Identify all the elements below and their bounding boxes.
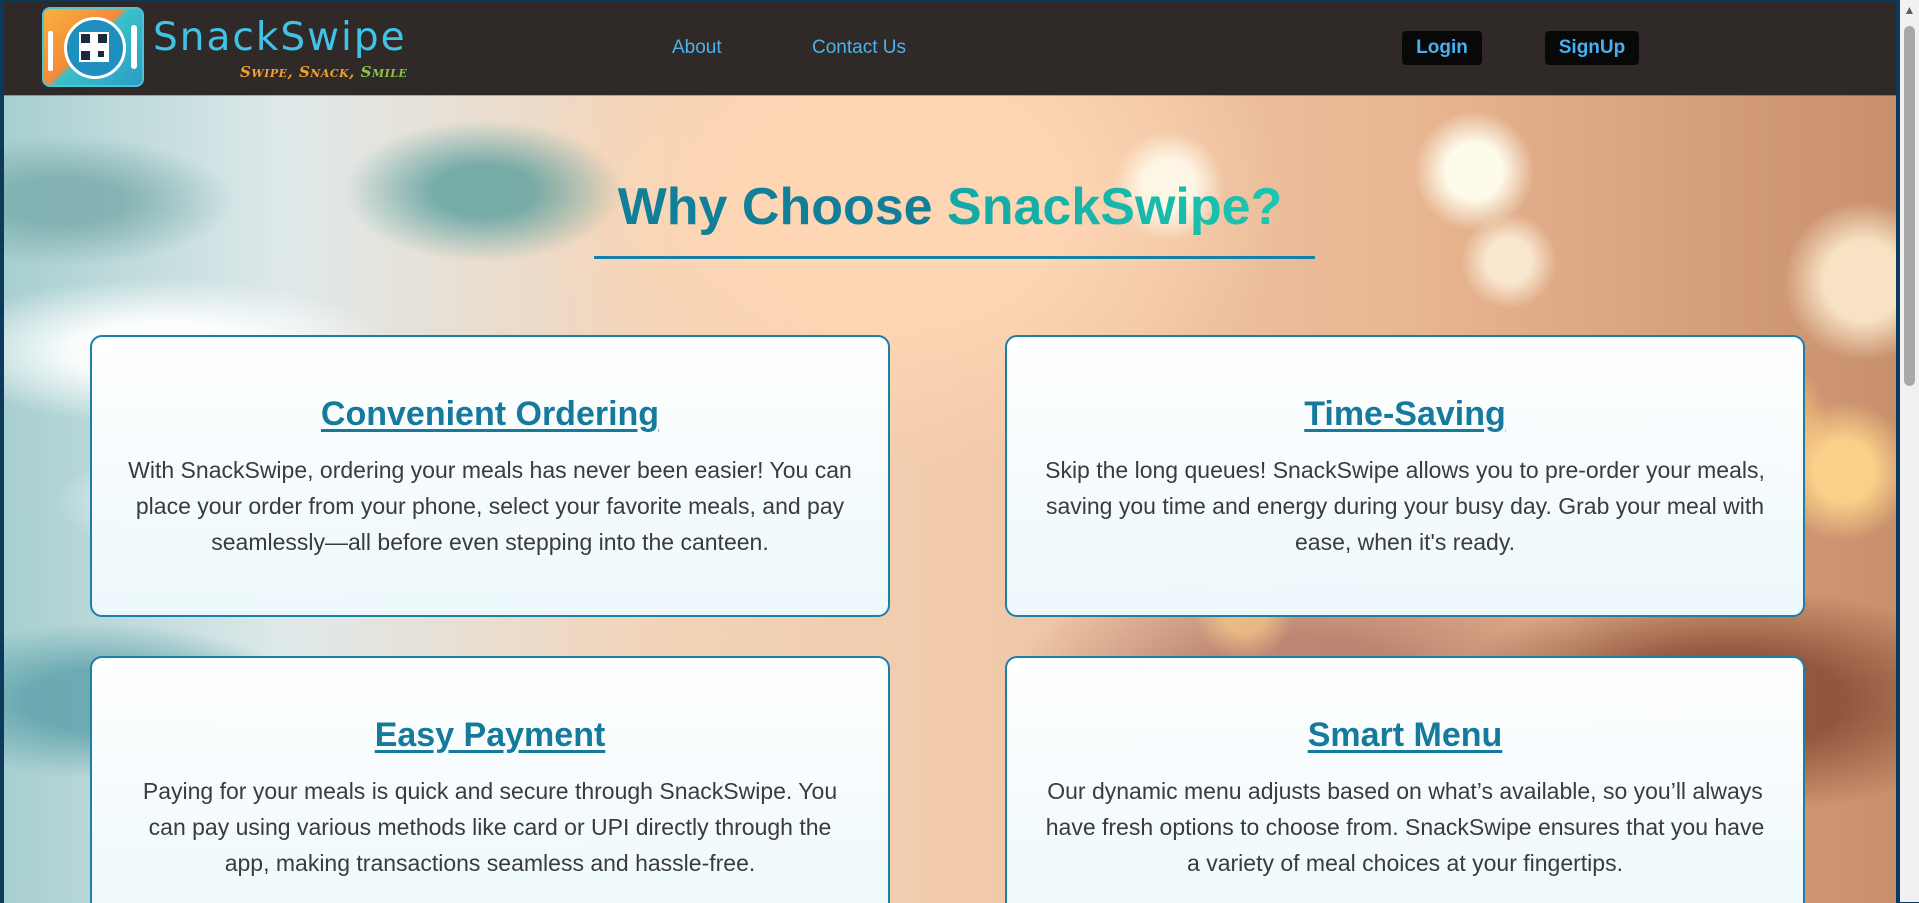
nav-about-link[interactable]: About [672, 37, 722, 59]
login-button[interactable]: Login [1402, 31, 1482, 65]
card-title: Smart Menu [1307, 716, 1503, 754]
card-text: Our dynamic menu adjusts based on what’s… [1045, 778, 1765, 876]
tagline-swipe: Swipe, [240, 63, 299, 81]
page-title: Why Choose SnackSwipe? [4, 177, 1896, 237]
card-title: Convenient Ordering [320, 395, 660, 433]
tagline-smile: Smile [360, 63, 408, 81]
title-underline [594, 256, 1315, 259]
brand-name[interactable]: SnackSwipe [153, 15, 407, 60]
qr-code-icon [79, 32, 109, 62]
top-navbar: SnackSwipe Swipe, Snack, Smile About Con… [4, 1, 1896, 95]
feature-card-smart-menu: Smart Menu Our dynamic menu adjusts base… [1005, 656, 1805, 903]
feature-card-easy-payment: Easy Payment Paying for your meals is qu… [90, 656, 890, 903]
tagline-snack: Snack, [298, 63, 361, 81]
fork-icon [48, 31, 53, 71]
card-title: Time-Saving [1304, 395, 1506, 433]
feature-card-convenient-ordering: Convenient Ordering With SnackSwipe, ord… [90, 335, 890, 617]
spoon-icon [131, 25, 137, 69]
logo-circle [64, 17, 126, 79]
vertical-scrollbar[interactable]: ▲ [1900, 0, 1919, 902]
scrollbar-thumb[interactable] [1904, 26, 1915, 386]
page: SnackSwipe Swipe, Snack, Smile About Con… [4, 1, 1896, 903]
page-title-part1: Why Choose [617, 178, 948, 236]
card-text: With SnackSwipe, ordering your meals has… [128, 457, 852, 555]
scroll-up-arrow-icon[interactable]: ▲ [1900, 0, 1919, 18]
page-title-part2: SnackSwipe? [947, 178, 1283, 236]
feature-card-time-saving: Time-Saving Skip the long queues! SnackS… [1005, 335, 1805, 617]
card-text: Paying for your meals is quick and secur… [142, 778, 838, 876]
card-text: Skip the long queues! SnackSwipe allows … [1045, 457, 1765, 555]
nav-contact-link[interactable]: Contact Us [812, 37, 906, 59]
card-title: Easy Payment [374, 716, 606, 754]
signup-button[interactable]: SignUp [1545, 31, 1639, 65]
snackswipe-logo-icon[interactable] [42, 7, 144, 87]
brand-tagline: Swipe, Snack, Smile [240, 63, 407, 81]
